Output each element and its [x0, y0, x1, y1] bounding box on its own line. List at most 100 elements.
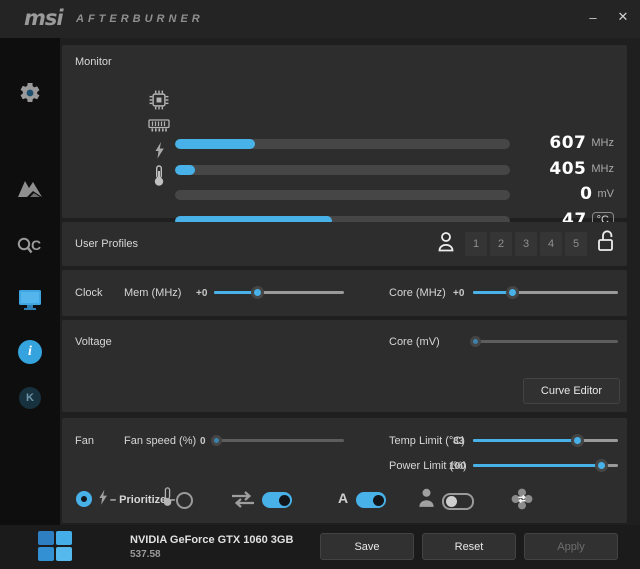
profile-slot-5[interactable]: 5: [565, 232, 587, 256]
core-clock-value: 607 MHz: [549, 133, 614, 153]
profile-slot-1[interactable]: 1: [465, 232, 487, 256]
sidebar: C i K: [0, 38, 60, 525]
prioritize-temp-radio[interactable]: [176, 492, 193, 509]
memory-clock-value: 405 MHz: [549, 159, 614, 179]
profile-lock-button[interactable]: [596, 229, 615, 259]
core-clock-offset: +0: [453, 288, 465, 299]
fan-speed-value: 0: [200, 436, 206, 447]
curve-editor-button[interactable]: Curve Editor: [523, 378, 620, 404]
mem-clock-slider[interactable]: [214, 286, 344, 299]
temp-limit-slider[interactable]: [473, 434, 618, 447]
profile-slot-2[interactable]: 2: [490, 232, 512, 256]
footer-bar: NVIDIA GeForce GTX 1060 3GB 537.58 Save …: [0, 525, 640, 569]
gpu-chip-icon: [148, 90, 170, 110]
power-limit-thumb[interactable]: [594, 459, 608, 472]
fan-speed-slider[interactable]: [210, 434, 344, 447]
fan-icon: [510, 487, 534, 516]
oc-letter: C: [31, 237, 41, 253]
core-voltage-label: Core (mV): [389, 336, 440, 348]
apply-button[interactable]: Apply: [524, 533, 618, 560]
memory-ram-icon: [148, 118, 170, 133]
voltage-bolt-icon: [148, 142, 170, 159]
core-clock-bar: [175, 139, 510, 149]
mem-clock-label: Mem (MHz): [124, 287, 182, 299]
msi-afterburner-window: msi AFTERBURNER – ✕ C i K Monitor 607 MH…: [0, 0, 640, 569]
core-clock-bar-fill: [175, 139, 256, 149]
title-bar: msi AFTERBURNER – ✕: [0, 0, 640, 38]
mem-clock-offset: +0: [196, 288, 208, 299]
sidebar-item-kombustor[interactable]: K: [0, 380, 60, 416]
core-voltage-number: 0: [580, 184, 593, 204]
gear-icon: [18, 81, 42, 110]
app-title: AFTERBURNER: [76, 13, 204, 25]
close-button[interactable]: ✕: [612, 6, 634, 28]
profile-slot-3[interactable]: 3: [515, 232, 537, 256]
sidebar-item-monitoring[interactable]: [0, 284, 60, 320]
sidebar-item-oc-scanner[interactable]: C: [0, 230, 60, 266]
prioritize-bolt-icon: [98, 489, 108, 511]
core-clock-unit: MHz: [591, 137, 614, 149]
sync-arrows-icon: [230, 491, 256, 513]
temp-limit-fill: [473, 439, 578, 442]
sync-toggle-knob: [279, 494, 290, 506]
msi-logo: msi: [24, 6, 64, 30]
temp-limit-thumb[interactable]: [571, 434, 585, 447]
reset-button[interactable]: Reset: [422, 533, 516, 560]
power-limit-slider[interactable]: [473, 459, 618, 472]
core-voltage-unit: mV: [597, 188, 615, 200]
fan-speed-label: Fan speed (%): [124, 435, 197, 447]
user-profiles-panel: User Profiles 1 2 3 4 5: [62, 222, 627, 266]
fan-speed-track[interactable]: [214, 439, 344, 442]
clock-title: Clock: [75, 287, 103, 299]
user-interface-toggle[interactable]: [442, 493, 474, 510]
memory-clock-bar: [175, 165, 510, 175]
minimize-button[interactable]: –: [582, 6, 604, 28]
prioritize-thermometer-icon: [162, 487, 173, 512]
fan-panel: Fan Fan speed (%) 0 Temp Limit (°C) 83 P…: [62, 418, 627, 523]
core-voltage-bar: [175, 190, 510, 200]
core-voltage-slider[interactable]: [469, 335, 618, 348]
power-limit-value: 100: [449, 461, 466, 472]
core-clock-slider[interactable]: [473, 286, 618, 299]
thermometer-icon: [148, 165, 170, 187]
info-icon: i: [18, 340, 42, 364]
voltage-slider-track[interactable]: [473, 340, 618, 343]
voltage-panel: Voltage Core (mV) Curve Editor: [62, 320, 627, 412]
profile-slot-4[interactable]: 4: [540, 232, 562, 256]
profile-user-button[interactable]: [436, 230, 456, 259]
sidebar-item-settings[interactable]: [0, 77, 60, 113]
power-limit-fill: [473, 464, 601, 467]
user-interface-toggle-knob: [446, 496, 457, 507]
fan-speed-thumb[interactable]: [210, 435, 222, 446]
sidebar-item-information[interactable]: i: [0, 334, 60, 370]
core-clock-number: 607: [549, 133, 587, 153]
clock-panel: Clock Mem (MHz) +0 Core (MHz) +0: [62, 270, 627, 316]
oc-scanner-icon: C: [16, 235, 44, 262]
mem-slider-thumb[interactable]: [250, 286, 264, 299]
sidebar-item-msi-gaming[interactable]: [0, 173, 60, 209]
temp-limit-value: 83: [453, 436, 465, 447]
gpu-name: NVIDIA GeForce GTX 1060 3GB: [130, 534, 294, 546]
unlock-icon: [596, 229, 615, 259]
auto-startup-toggle-knob: [373, 494, 384, 506]
monitor-title: Monitor: [75, 56, 112, 68]
user-profiles-title: User Profiles: [75, 238, 138, 250]
memory-clock-unit: MHz: [591, 163, 614, 175]
save-button[interactable]: Save: [320, 533, 414, 560]
fan-title: Fan: [75, 435, 94, 447]
auto-startup-toggle[interactable]: [356, 492, 386, 508]
sync-toggle[interactable]: [262, 492, 292, 508]
user-silhouette-icon: [416, 487, 437, 514]
core-clock-label: Core (MHz): [389, 287, 446, 299]
user-icon: [436, 230, 456, 259]
core-voltage-value: 0 mV: [580, 184, 614, 204]
driver-version: 537.58: [130, 549, 161, 560]
dragon-wing-icon: [16, 178, 44, 205]
windows-logo-icon[interactable]: [38, 531, 72, 562]
memory-clock-bar-fill: [175, 165, 196, 175]
core-slider-thumb[interactable]: [506, 286, 520, 299]
voltage-slider-thumb[interactable]: [469, 336, 481, 347]
prioritize-power-radio[interactable]: [76, 491, 92, 507]
voltage-title: Voltage: [75, 336, 112, 348]
profile-controls: 1 2 3 4 5: [436, 229, 615, 259]
